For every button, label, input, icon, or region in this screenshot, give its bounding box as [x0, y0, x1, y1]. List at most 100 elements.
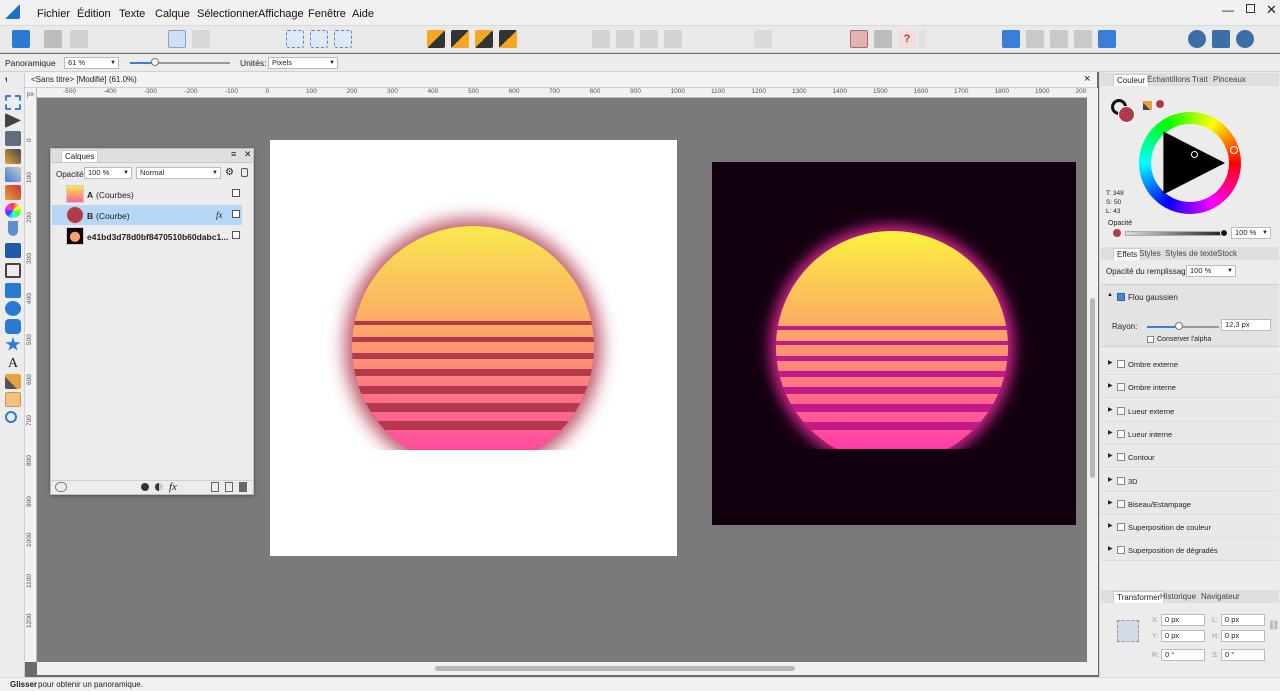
effect-checkbox[interactable]	[1117, 546, 1125, 555]
selection-tool-icon[interactable]	[5, 95, 21, 110]
tab-transformer[interactable]: Transformer	[1113, 591, 1165, 603]
ellipse-tool-icon[interactable]	[5, 301, 21, 316]
zoom-field[interactable]: 61 % ▼	[64, 57, 119, 69]
tab-navigateur[interactable]: Navigateur	[1201, 592, 1240, 601]
recent-color-swatch[interactable]	[1156, 100, 1164, 108]
photo-persona-icon[interactable]	[12, 30, 30, 48]
fill-tool-icon[interactable]	[5, 203, 21, 218]
duplicate-layer-icon[interactable]	[225, 482, 233, 492]
grid-icon[interactable]	[850, 30, 868, 48]
effect-row[interactable]: ▶ Lueur externe	[1101, 399, 1279, 422]
close-document-button[interactable]: ×	[1084, 73, 1090, 85]
align-icon[interactable]	[754, 30, 772, 48]
effect-checkbox[interactable]	[1117, 499, 1125, 508]
transparency-tool-icon[interactable]	[8, 221, 18, 236]
link-icon[interactable]: ⛓	[1268, 620, 1279, 631]
arrange-forward-icon[interactable]	[475, 30, 493, 48]
vertical-scroll-thumb[interactable]	[1090, 298, 1095, 478]
flip-vertical-icon[interactable]	[616, 30, 634, 48]
panel-menu-icon[interactable]: ≡	[231, 149, 236, 159]
opacity-slider[interactable]	[1125, 231, 1225, 236]
layers-options-icon[interactable]	[55, 482, 67, 492]
menu-fichier[interactable]: Fichier	[37, 8, 70, 20]
radius-slider-handle[interactable]	[1175, 322, 1184, 330]
rotate-left-icon[interactable]	[640, 30, 658, 48]
boolean-xor-icon[interactable]	[1074, 30, 1092, 48]
arrange-back-icon[interactable]	[427, 30, 445, 48]
layers-panel[interactable]: Calques ≡ ✕ Opacité: 100 % ▼ Normal ▼ ⚙ …	[50, 148, 254, 495]
user-icon[interactable]	[1188, 30, 1206, 48]
brush-tool-icon[interactable]	[5, 185, 21, 200]
point-transform-icon[interactable]	[5, 131, 21, 146]
zoom-slider[interactable]	[130, 58, 230, 66]
node-tool-icon[interactable]	[5, 113, 21, 128]
tab-pinceaux[interactable]: Pinceaux	[1213, 75, 1246, 84]
effect-checkbox[interactable]	[1117, 523, 1125, 532]
menu-fenetre[interactable]: Fenêtre	[308, 8, 346, 20]
x-field[interactable]: 0 px	[1161, 614, 1205, 626]
maximize-button[interactable]	[1246, 4, 1255, 13]
snap-icon[interactable]	[168, 30, 186, 48]
opacity-slider-handle[interactable]	[1220, 229, 1228, 237]
layer-visibility-checkbox[interactable]	[232, 189, 240, 197]
layer-visibility-checkbox[interactable]	[232, 231, 240, 239]
fx-icon[interactable]: fx	[216, 210, 223, 220]
color-picker-handle[interactable]	[1191, 151, 1198, 158]
height-field[interactable]: 0 px	[1221, 630, 1265, 642]
white-artboard[interactable]	[270, 140, 677, 556]
effect-row[interactable]: ▶ 3D	[1101, 469, 1279, 492]
effect-checkbox[interactable]	[1117, 453, 1125, 462]
pencil-tool-icon[interactable]	[5, 167, 21, 182]
studio-icon[interactable]	[1236, 30, 1254, 48]
chevron-right-icon[interactable]: ▶	[1108, 359, 1113, 366]
place-image-icon[interactable]	[5, 243, 21, 258]
minimize-button[interactable]: —	[1222, 3, 1234, 17]
blurred-sun-graphic[interactable]	[270, 140, 677, 556]
width-field[interactable]: 0 px	[1221, 614, 1265, 626]
no-snap-icon[interactable]	[192, 30, 210, 48]
hand-tool-icon[interactable]	[5, 392, 21, 407]
chevron-right-icon[interactable]: ▶	[1108, 382, 1113, 389]
radius-slider[interactable]	[1147, 322, 1219, 330]
eyedropper-icon[interactable]	[1143, 101, 1152, 110]
layer-opacity-field[interactable]: 100 % ▼	[84, 167, 132, 179]
effect-row[interactable]: ▶ Superposition de dégradés	[1101, 539, 1279, 562]
export-persona-icon[interactable]	[70, 30, 88, 48]
chevron-up-icon[interactable]: ▲	[1107, 292, 1113, 298]
close-panel-icon[interactable]: ✕	[244, 149, 252, 160]
layers-mode-icon[interactable]	[1212, 30, 1230, 48]
delete-layer-icon[interactable]	[239, 482, 247, 492]
shear-field[interactable]: 0 °	[1221, 649, 1265, 661]
boolean-add-icon[interactable]	[1002, 30, 1020, 48]
dark-artboard[interactable]	[712, 162, 1076, 525]
layers-panel-header[interactable]: Calques ≡ ✕	[51, 149, 253, 163]
tab-stock[interactable]: Stock	[1217, 249, 1237, 258]
move-tool-icon[interactable]	[5, 77, 21, 92]
fill-opacity-field[interactable]: 100 % ▼	[1186, 265, 1236, 277]
chevron-right-icon[interactable]: ▶	[1108, 545, 1113, 552]
y-field[interactable]: 0 px	[1161, 630, 1205, 642]
menu-calque[interactable]: Calque	[155, 8, 190, 20]
units-select[interactable]: Pixels ▼	[268, 57, 338, 69]
tab-historique[interactable]: Historique	[1160, 592, 1196, 601]
rotation-field[interactable]: 0 °	[1161, 649, 1205, 661]
color-opacity-field[interactable]: 100 % ▼	[1231, 227, 1271, 239]
boolean-divide-icon[interactable]	[1098, 30, 1116, 48]
liquify-persona-icon[interactable]	[44, 30, 62, 48]
menu-selectionner[interactable]: Sélectionner	[197, 8, 258, 20]
overlay-icon[interactable]	[874, 30, 892, 48]
gaussian-blur-checkbox[interactable]	[1117, 293, 1125, 301]
flip-horizontal-icon[interactable]	[592, 30, 610, 48]
effect-row[interactable]: ▶ Ombre externe	[1101, 353, 1279, 375]
menu-aide[interactable]: Aide	[352, 8, 374, 20]
star-tool-icon[interactable]	[5, 337, 21, 351]
fx-icon[interactable]: fx	[169, 481, 177, 493]
menu-edition[interactable]: Édition	[77, 8, 111, 20]
effect-row[interactable]: ▶ Lueur interne	[1101, 422, 1279, 445]
effect-row[interactable]: ▶ Biseau/Estampage	[1101, 492, 1279, 515]
menu-affichage[interactable]: Affichage	[258, 8, 304, 20]
effect-checkbox[interactable]	[1117, 406, 1125, 415]
chevron-right-icon[interactable]: ▶	[1108, 522, 1113, 529]
rounded-rect-tool-icon[interactable]	[5, 319, 21, 334]
arrange-backward-icon[interactable]	[451, 30, 469, 48]
